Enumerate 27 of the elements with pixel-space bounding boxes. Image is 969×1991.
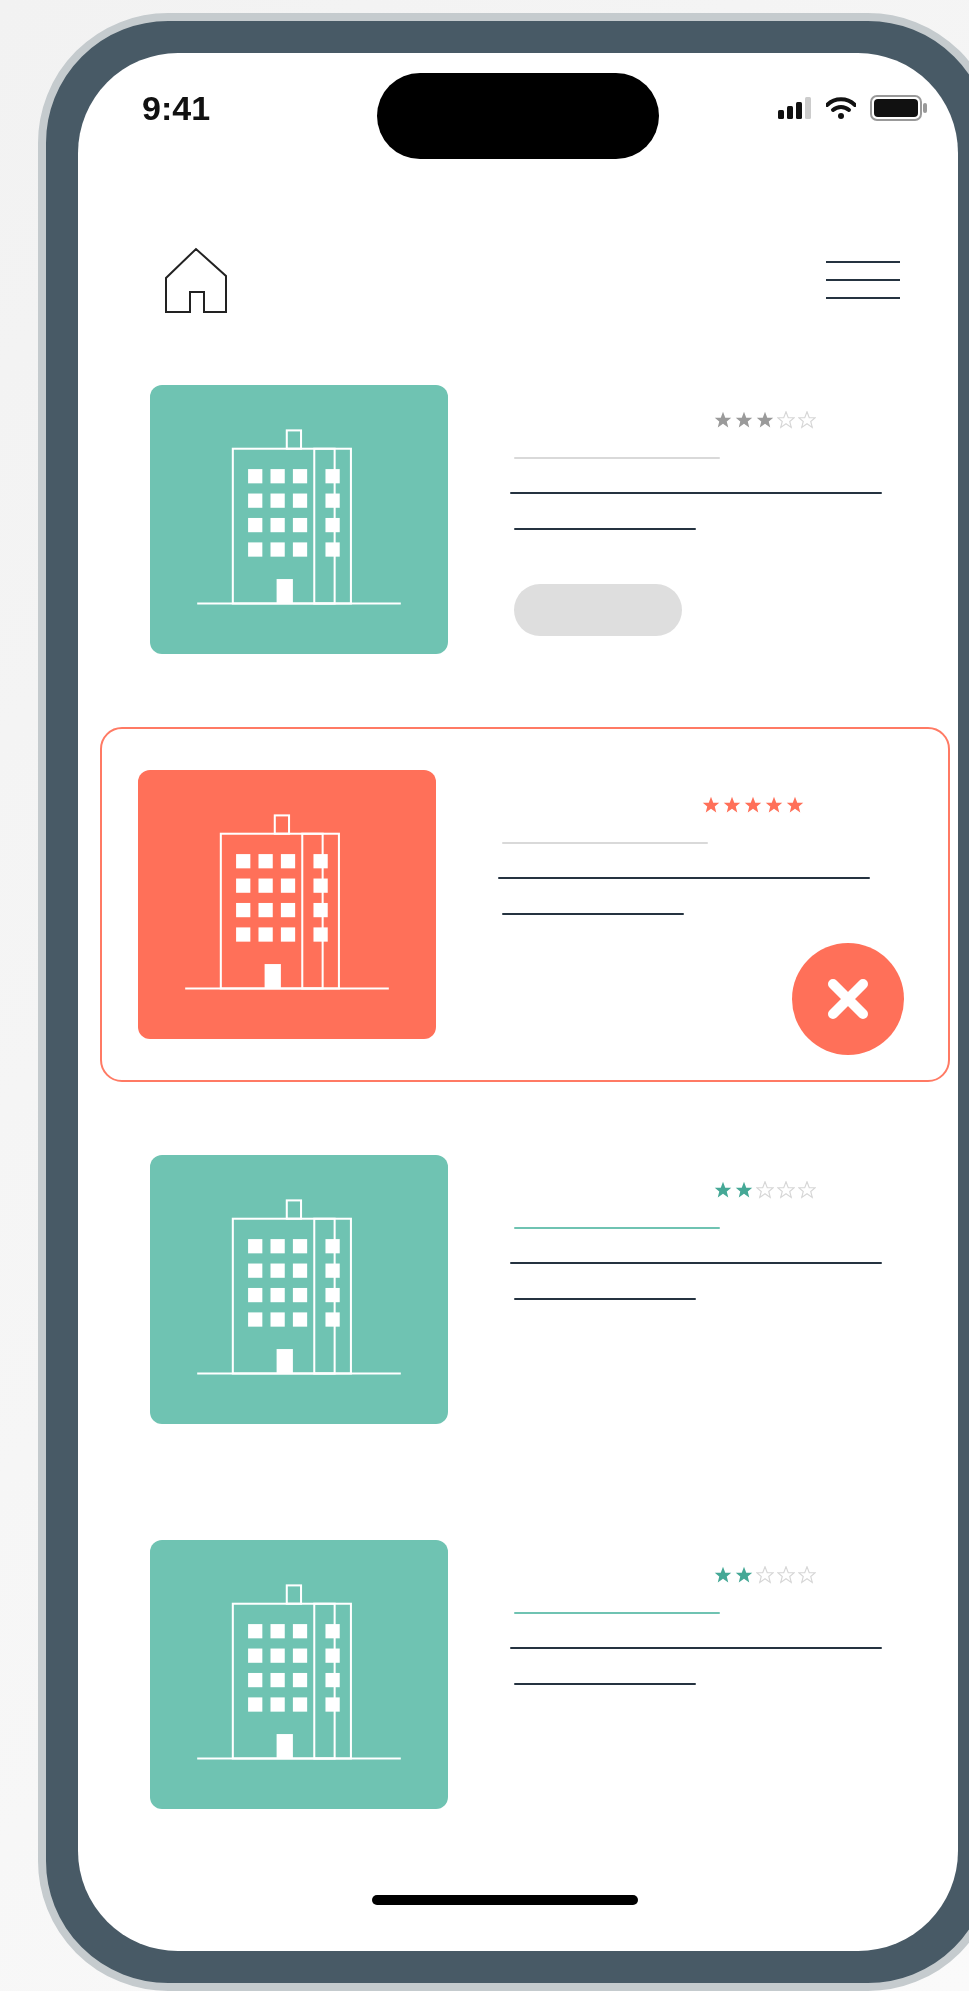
home-icon[interactable] bbox=[164, 246, 228, 314]
empty-star-icon bbox=[777, 1566, 795, 1584]
filled-star-icon bbox=[714, 1181, 732, 1199]
empty-star-icon bbox=[756, 1181, 774, 1199]
empty-star-icon bbox=[756, 1566, 774, 1584]
filled-star-icon bbox=[735, 411, 753, 429]
filled-star-icon bbox=[765, 796, 783, 814]
empty-star-icon bbox=[798, 1566, 816, 1584]
filled-star-icon bbox=[714, 1566, 732, 1584]
signal-icon bbox=[778, 97, 812, 119]
wifi-icon bbox=[826, 97, 856, 119]
filled-star-icon bbox=[714, 411, 732, 429]
battery-icon bbox=[870, 95, 928, 121]
filled-star-icon bbox=[723, 796, 741, 814]
filled-star-icon bbox=[786, 796, 804, 814]
empty-star-icon bbox=[777, 411, 795, 429]
empty-star-icon bbox=[777, 1181, 795, 1199]
status-time: 9:41 bbox=[142, 88, 211, 128]
filled-star-icon bbox=[735, 1566, 753, 1584]
filled-star-icon bbox=[735, 1181, 753, 1199]
filled-star-icon bbox=[702, 796, 720, 814]
menu-icon[interactable] bbox=[824, 260, 902, 300]
hotel-card[interactable] bbox=[100, 727, 950, 1082]
filled-star-icon bbox=[744, 796, 762, 814]
filled-star-icon bbox=[756, 411, 774, 429]
empty-star-icon bbox=[798, 411, 816, 429]
empty-star-icon bbox=[798, 1181, 816, 1199]
